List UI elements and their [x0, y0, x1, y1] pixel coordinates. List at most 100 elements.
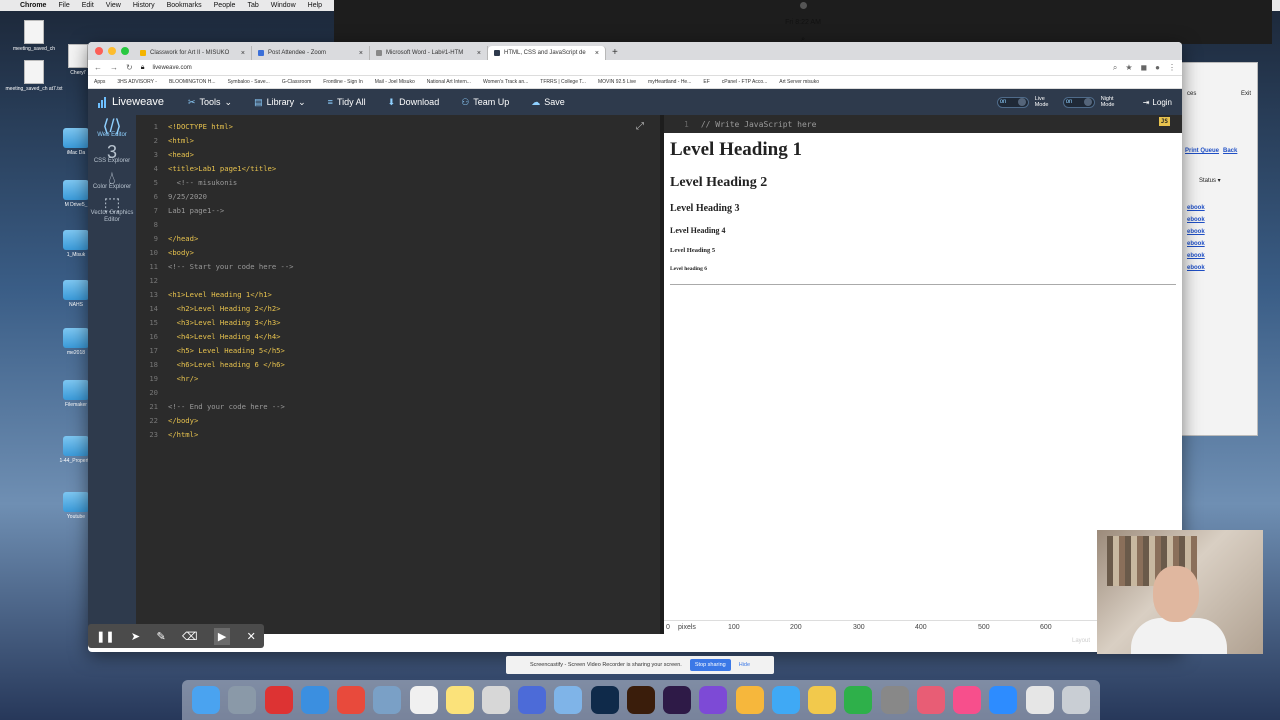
cursor-icon[interactable]: ➤	[131, 630, 140, 643]
menu-window[interactable]: Window	[271, 2, 296, 9]
bookmark-item[interactable]: TFRRS | College T...	[540, 79, 586, 85]
new-tab-button[interactable]: +	[606, 46, 624, 60]
sidebar-vector-editor[interactable]: ⬚ Vector Graphics Editor	[88, 195, 136, 224]
code-line[interactable]: 2 <html>	[136, 133, 660, 147]
code-line[interactable]: 4 <title>Lab1 page1</title>	[136, 161, 660, 175]
maximize-window-icon[interactable]	[121, 47, 129, 55]
wifi-icon[interactable]	[799, 1, 807, 9]
ebook-link[interactable]: ebook	[1187, 226, 1257, 238]
menu-help[interactable]: Help	[308, 2, 322, 9]
textedit-icon[interactable]	[481, 686, 510, 714]
safari-icon[interactable]	[300, 686, 329, 714]
bookmark-item[interactable]: Apps	[94, 79, 105, 85]
app-icon[interactable]	[554, 686, 583, 714]
ebook-link[interactable]: ebook	[1187, 250, 1257, 262]
browser-tab[interactable]: Classwork for Art II - MISUKO ×	[134, 46, 252, 60]
exit-button[interactable]: Exit	[1241, 91, 1251, 97]
code-line[interactable]: 19 <hr/>	[136, 371, 660, 385]
bookmark-item[interactable]: EF	[703, 79, 709, 85]
photos-icon[interactable]	[735, 686, 764, 714]
code-line[interactable]: 9 </head>	[136, 231, 660, 245]
code-line[interactable]: 12	[136, 273, 660, 287]
menu-edit[interactable]: Edit	[82, 2, 94, 9]
close-tab-icon[interactable]: ×	[241, 50, 245, 57]
app-icon[interactable]	[518, 686, 547, 714]
webcam-overlay[interactable]	[1097, 530, 1263, 654]
team-up-button[interactable]: ⚇ Team Up	[461, 97, 509, 108]
dreamweaver-icon[interactable]	[663, 686, 692, 714]
reload-icon[interactable]: ↻	[126, 63, 133, 72]
print-queue-link[interactable]: Print Queue	[1185, 145, 1219, 157]
bookmark-item[interactable]: Art Server misuko	[779, 79, 819, 85]
bookmark-item[interactable]: National Art Intern...	[427, 79, 471, 85]
close-tab-icon[interactable]: ×	[595, 50, 599, 57]
menu-history[interactable]: History	[133, 2, 155, 9]
html-code-editor[interactable]: ⤢ 1 <!DOCTYPE html> 2 <html> 3 <head> 4 <title>…	[136, 115, 660, 634]
close-icon[interactable]: ✕	[247, 630, 256, 643]
calendar-icon[interactable]	[409, 686, 438, 714]
pause-icon[interactable]: ❚❚	[96, 630, 114, 643]
downloads-icon[interactable]	[1025, 686, 1054, 714]
bookmark-item[interactable]: MOVIN 92.5 Live	[598, 79, 636, 85]
code-line[interactable]: 15 <h3>Level Heading 3</h3>	[136, 315, 660, 329]
finder-icon[interactable]	[192, 686, 221, 714]
ebook-link[interactable]: ebook	[1187, 262, 1257, 274]
profile-icon[interactable]: ●	[1155, 63, 1160, 72]
launchpad-icon[interactable]	[228, 686, 257, 714]
url-field[interactable]: liveweave.com	[152, 65, 1104, 71]
numbers-icon[interactable]	[844, 686, 873, 714]
zoom-app-icon[interactable]	[989, 686, 1018, 714]
zoom-magnifier-icon[interactable]: ⌕	[1113, 63, 1117, 73]
ebook-link[interactable]: ebook	[1187, 202, 1257, 214]
menu-app-name[interactable]: Chrome	[20, 2, 46, 9]
download-button[interactable]: ⬇ Download	[388, 97, 440, 108]
bookmark-star-icon[interactable]: ★	[1125, 63, 1132, 72]
messages-icon[interactable]	[771, 686, 800, 714]
code-line[interactable]: 13 <h1>Level Heading 1</h1>	[136, 287, 660, 301]
tidy-all-button[interactable]: ≡ Tidy All	[328, 97, 366, 107]
code-line[interactable]: 20	[136, 385, 660, 399]
stop-sharing-button[interactable]: Stop sharing	[689, 659, 731, 671]
close-tab-icon[interactable]: ×	[477, 50, 481, 57]
bookmark-item[interactable]: cPanel - FTP Acco...	[722, 79, 767, 85]
layout-button[interactable]: Layout	[1072, 638, 1090, 644]
library-menu[interactable]: ▤ Library ⌄	[254, 97, 306, 108]
ebook-link[interactable]: ebook	[1187, 214, 1257, 226]
code-line[interactable]: 6 9/25/2020	[136, 189, 660, 203]
code-line[interactable]: 3 <head>	[136, 147, 660, 161]
system-preferences-icon[interactable]	[880, 686, 909, 714]
code-line[interactable]: 14 <h2>Level Heading 2</h2>	[136, 301, 660, 315]
code-line[interactable]: 22 </body>	[136, 413, 660, 427]
code-line[interactable]: 21 <!-- End your code here -->	[136, 399, 660, 413]
hide-button[interactable]: Hide	[739, 662, 750, 668]
night-mode-toggle[interactable]: on	[1062, 96, 1095, 108]
menu-people[interactable]: People	[214, 2, 236, 9]
status-dropdown[interactable]: Status ▾	[1181, 157, 1257, 184]
extension-icon[interactable]: ◼	[1141, 63, 1148, 72]
forward-arrow-icon[interactable]: →	[110, 63, 118, 72]
login-button[interactable]: ⇥ Login	[1143, 98, 1172, 107]
eraser-icon[interactable]: ⌫	[182, 630, 198, 643]
live-mode-toggle[interactable]: on	[996, 96, 1029, 108]
code-line[interactable]: 7 Lab1 page1-->	[136, 203, 660, 217]
js-editor[interactable]: 1 // Write JavaScript here JS	[664, 115, 1182, 133]
pen-icon[interactable]: ✎	[156, 630, 165, 643]
bookmark-item[interactable]: 3HS ADVISORY -	[117, 79, 157, 85]
trash-icon[interactable]	[1061, 686, 1090, 714]
code-line[interactable]: 18 <h6>Level heading 6 </h6>	[136, 357, 660, 371]
more-menu-icon[interactable]: ⋮	[1168, 63, 1176, 72]
code-line[interactable]: 17 <h5> Level Heading 5</h5>	[136, 343, 660, 357]
bookmark-item[interactable]: Frontline - Sign In	[323, 79, 362, 85]
chrome-icon[interactable]	[337, 686, 366, 714]
sidebar-color-explorer[interactable]: 💧︎ Color Explorer	[93, 169, 131, 191]
music-icon[interactable]	[953, 686, 982, 714]
menu-view[interactable]: View	[106, 2, 121, 9]
ebook-link[interactable]: ebook	[1187, 238, 1257, 250]
back-link[interactable]: Back	[1223, 145, 1237, 157]
close-window-icon[interactable]	[95, 47, 103, 55]
code-line[interactable]: 23 </html>	[136, 427, 660, 441]
browser-tab[interactable]: Post Attendee - Zoom ×	[252, 46, 370, 60]
code-line[interactable]: 10 <body>	[136, 245, 660, 259]
desktop-item[interactable]: meeting_saved_ch at7.txt	[2, 60, 66, 92]
code-line[interactable]: 11 <!-- Start your code here -->	[136, 259, 660, 273]
